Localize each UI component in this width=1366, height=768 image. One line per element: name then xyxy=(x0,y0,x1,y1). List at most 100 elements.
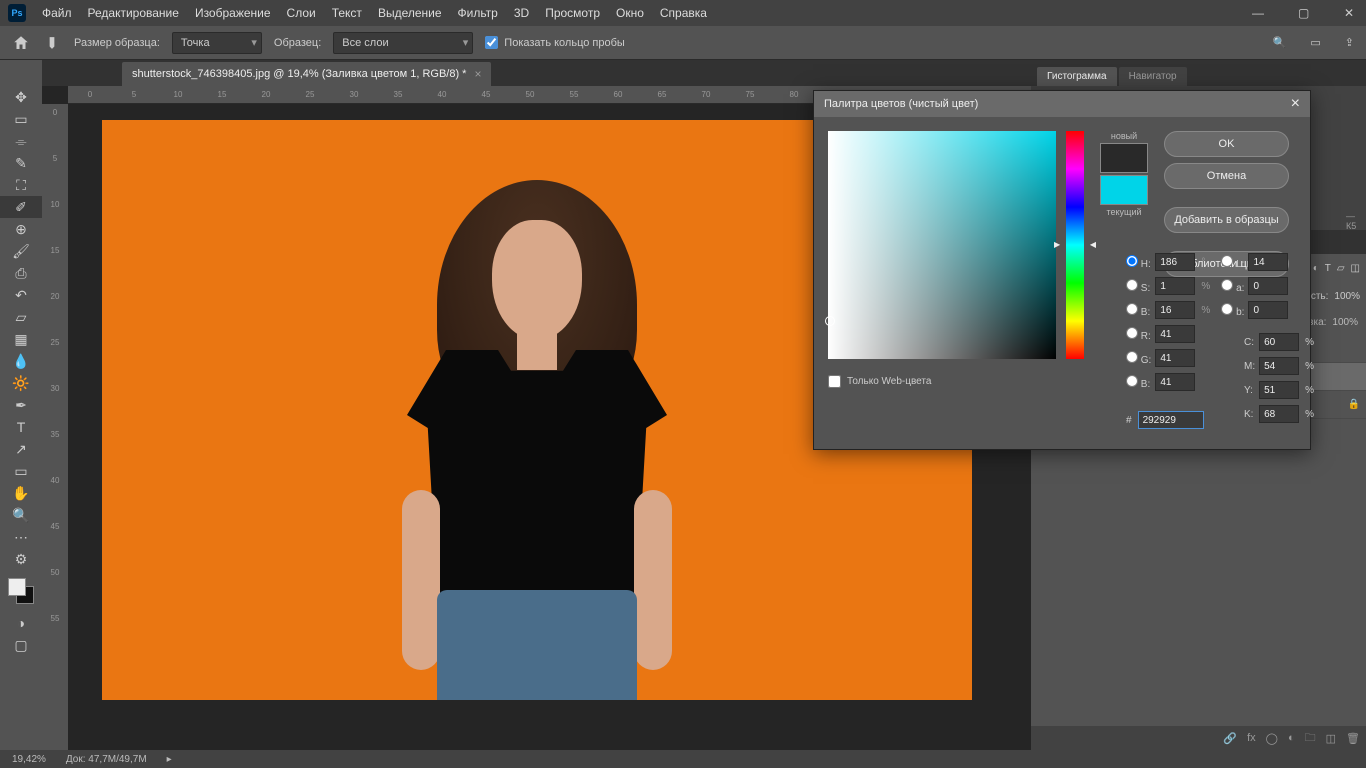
c-input[interactable] xyxy=(1259,333,1299,351)
menu-filter[interactable]: Фильтр xyxy=(458,6,498,20)
g-radio[interactable] xyxy=(1126,351,1138,363)
color-picker-indicator xyxy=(825,316,835,326)
a-radio[interactable] xyxy=(1221,279,1233,291)
share-icon[interactable]: ⇪ xyxy=(1345,36,1354,49)
pen-tool[interactable]: ✒ xyxy=(0,394,42,416)
menu-view[interactable]: Просмотр xyxy=(545,6,600,20)
search-icon[interactable]: 🔍 xyxy=(1273,36,1287,49)
filter-smart-icon[interactable]: ◫ xyxy=(1351,263,1360,274)
sample-size-dropdown[interactable]: Точка xyxy=(172,32,262,54)
menu-layers[interactable]: Слои xyxy=(287,6,316,20)
menu-edit[interactable]: Редактирование xyxy=(88,6,179,20)
close-dialog-icon[interactable]: × xyxy=(1291,95,1300,113)
menu-select[interactable]: Выделение xyxy=(378,6,442,20)
l-radio[interactable] xyxy=(1221,255,1233,267)
color-field[interactable] xyxy=(828,131,1056,359)
quick-select-tool[interactable]: ✎ xyxy=(0,152,42,174)
close-icon[interactable]: ✕ xyxy=(1344,6,1358,20)
a-input[interactable] xyxy=(1248,277,1288,295)
r-input[interactable] xyxy=(1155,325,1195,343)
show-ring-checkbox[interactable]: Показать кольцо пробы xyxy=(485,36,625,49)
dodge-tool[interactable]: 🔆 xyxy=(0,372,42,394)
g-input[interactable] xyxy=(1155,349,1195,367)
filter-type-icon[interactable]: T xyxy=(1325,263,1331,274)
fill-value[interactable]: 100% xyxy=(1332,317,1358,328)
filter-shape-icon[interactable]: ▱ xyxy=(1337,263,1345,274)
marquee-tool[interactable]: ▭ xyxy=(0,108,42,130)
menu-3d[interactable]: 3D xyxy=(514,6,529,20)
tab-navigator[interactable]: Навигатор xyxy=(1119,67,1187,86)
dialog-titlebar[interactable]: Палитра цветов (чистый цвет) × xyxy=(814,91,1310,117)
eyedropper-tool[interactable]: ✐ xyxy=(0,196,42,218)
hex-input[interactable] xyxy=(1138,411,1204,429)
color-swatch[interactable] xyxy=(8,578,34,604)
tab-histogram[interactable]: Гистограмма xyxy=(1037,67,1117,86)
menu-file[interactable]: Файл xyxy=(42,6,72,20)
mask-mode[interactable]: ◑ xyxy=(0,612,42,634)
current-color-swatch xyxy=(1100,175,1148,205)
more-tool[interactable]: ⋯ xyxy=(0,526,42,548)
group-icon[interactable]: 🗀 xyxy=(1305,729,1316,748)
path-tool[interactable]: ↗ xyxy=(0,438,42,460)
opacity-value[interactable]: 100% xyxy=(1334,291,1360,302)
s-radio[interactable] xyxy=(1126,279,1138,291)
type-tool[interactable]: T xyxy=(0,416,42,438)
l-input[interactable] xyxy=(1248,253,1288,271)
move-tool[interactable]: ✥ xyxy=(0,86,42,108)
foreground-color[interactable] xyxy=(8,578,26,596)
b-radio[interactable] xyxy=(1126,375,1138,387)
fill-adj-icon[interactable]: ◐ xyxy=(1288,732,1295,744)
blur-tool[interactable]: 💧 xyxy=(0,350,42,372)
shape-tool[interactable]: ▭ xyxy=(0,460,42,482)
y-input[interactable] xyxy=(1259,381,1299,399)
h-radio[interactable] xyxy=(1126,255,1138,267)
b-input[interactable] xyxy=(1155,373,1195,391)
h-input[interactable] xyxy=(1155,253,1195,271)
s-input[interactable] xyxy=(1155,277,1195,295)
eraser-tool[interactable]: ▱ xyxy=(0,306,42,328)
ok-button[interactable]: OK xyxy=(1164,131,1289,157)
maximize-icon[interactable]: ▢ xyxy=(1298,6,1312,20)
add-swatch-button[interactable]: Добавить в образцы xyxy=(1164,207,1289,233)
eyedropper-icon[interactable] xyxy=(38,28,66,56)
mask-icon[interactable]: ◯ xyxy=(1266,732,1278,745)
zoom-level[interactable]: 19,42% xyxy=(12,754,46,765)
hue-slider[interactable] xyxy=(1066,131,1084,359)
gradient-tool[interactable]: ▦ xyxy=(0,328,42,350)
toolbar: ✥ ▭ ⌯ ✎ ⛶ ✐ ⊕ 🖌 ⎙ ↶ ▱ ▦ 💧 🔆 ✒ T ↗ ▭ ✋ 🔍 … xyxy=(0,60,42,750)
edit-toolbar[interactable]: ⚙ xyxy=(0,548,42,570)
history-brush-tool[interactable]: ↶ xyxy=(0,284,42,306)
document-tab[interactable]: shutterstock_746398405.jpg @ 19,4% (Зали… xyxy=(122,62,491,86)
bv-radio[interactable] xyxy=(1126,303,1138,315)
lasso-tool[interactable]: ⌯ xyxy=(0,130,42,152)
bb-radio[interactable] xyxy=(1221,303,1233,315)
trash-icon[interactable]: 🗑 xyxy=(1346,732,1360,745)
menu-help[interactable]: Справка xyxy=(660,6,707,20)
menu-text[interactable]: Текст xyxy=(332,6,362,20)
bb-input[interactable] xyxy=(1248,301,1288,319)
menu-image[interactable]: Изображение xyxy=(195,6,271,20)
screen-mode[interactable]: ▢ xyxy=(0,634,42,656)
home-icon[interactable] xyxy=(12,34,30,52)
workspace-icon[interactable]: ▭ xyxy=(1310,36,1320,49)
zoom-tool[interactable]: 🔍 xyxy=(0,504,42,526)
link-layers-icon[interactable]: 🔗 xyxy=(1223,732,1237,745)
stamp-tool[interactable]: ⎙ xyxy=(0,262,42,284)
filter-adj-icon[interactable]: ◐ xyxy=(1313,263,1319,274)
m-input[interactable] xyxy=(1259,357,1299,375)
fx-icon[interactable]: fx xyxy=(1247,732,1256,744)
menu-window[interactable]: Окно xyxy=(616,6,644,20)
cancel-button[interactable]: Отмена xyxy=(1164,163,1289,189)
new-layer-icon[interactable]: ◫ xyxy=(1326,732,1336,745)
heal-tool[interactable]: ⊕ xyxy=(0,218,42,240)
k-input[interactable] xyxy=(1259,405,1299,423)
bv-input[interactable] xyxy=(1155,301,1195,319)
r-radio[interactable] xyxy=(1126,327,1138,339)
close-tab-icon[interactable]: × xyxy=(474,67,481,81)
web-only-checkbox[interactable]: Только Web-цвета xyxy=(828,375,931,388)
brush-tool[interactable]: 🖌 xyxy=(0,240,42,262)
minimize-icon[interactable]: — xyxy=(1252,6,1266,20)
crop-tool[interactable]: ⛶ xyxy=(0,174,42,196)
hand-tool[interactable]: ✋ xyxy=(0,482,42,504)
sample-dropdown[interactable]: Все слои xyxy=(333,32,473,54)
